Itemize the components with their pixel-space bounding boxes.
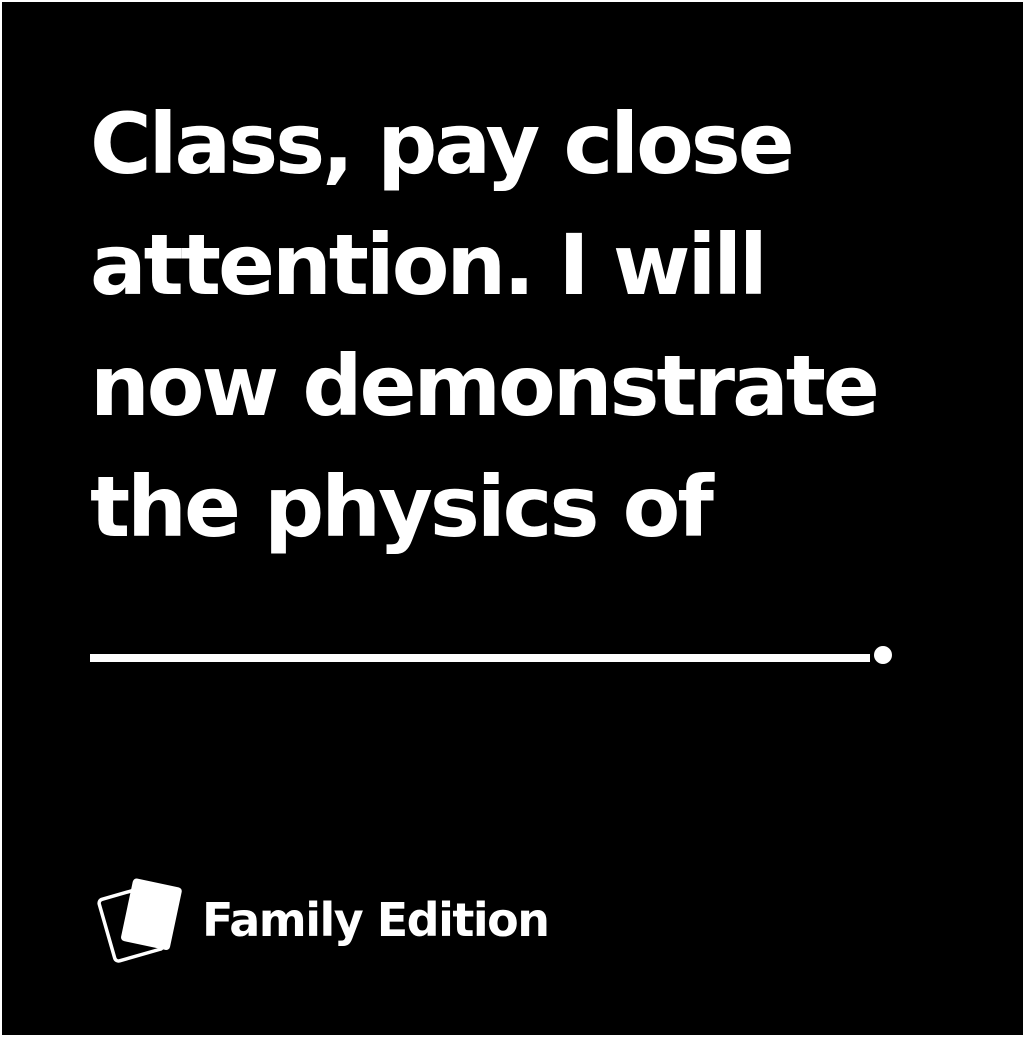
prompt-line: Class, pay close	[90, 95, 795, 193]
edition-label: Family Edition	[202, 893, 550, 947]
answer-blank	[90, 622, 930, 672]
blank-period	[874, 646, 892, 664]
cards-icon	[97, 878, 182, 963]
card-prompt: Class, pay close attention. I will now d…	[90, 84, 970, 568]
question-card: Class, pay close attention. I will now d…	[2, 2, 1023, 1035]
prompt-line: the physics of	[90, 458, 714, 556]
prompt-line: now demonstrate	[90, 337, 880, 435]
blank-underline	[90, 654, 870, 662]
card-footer: Family Edition	[92, 870, 550, 970]
prompt-line: attention. I will	[90, 216, 768, 314]
